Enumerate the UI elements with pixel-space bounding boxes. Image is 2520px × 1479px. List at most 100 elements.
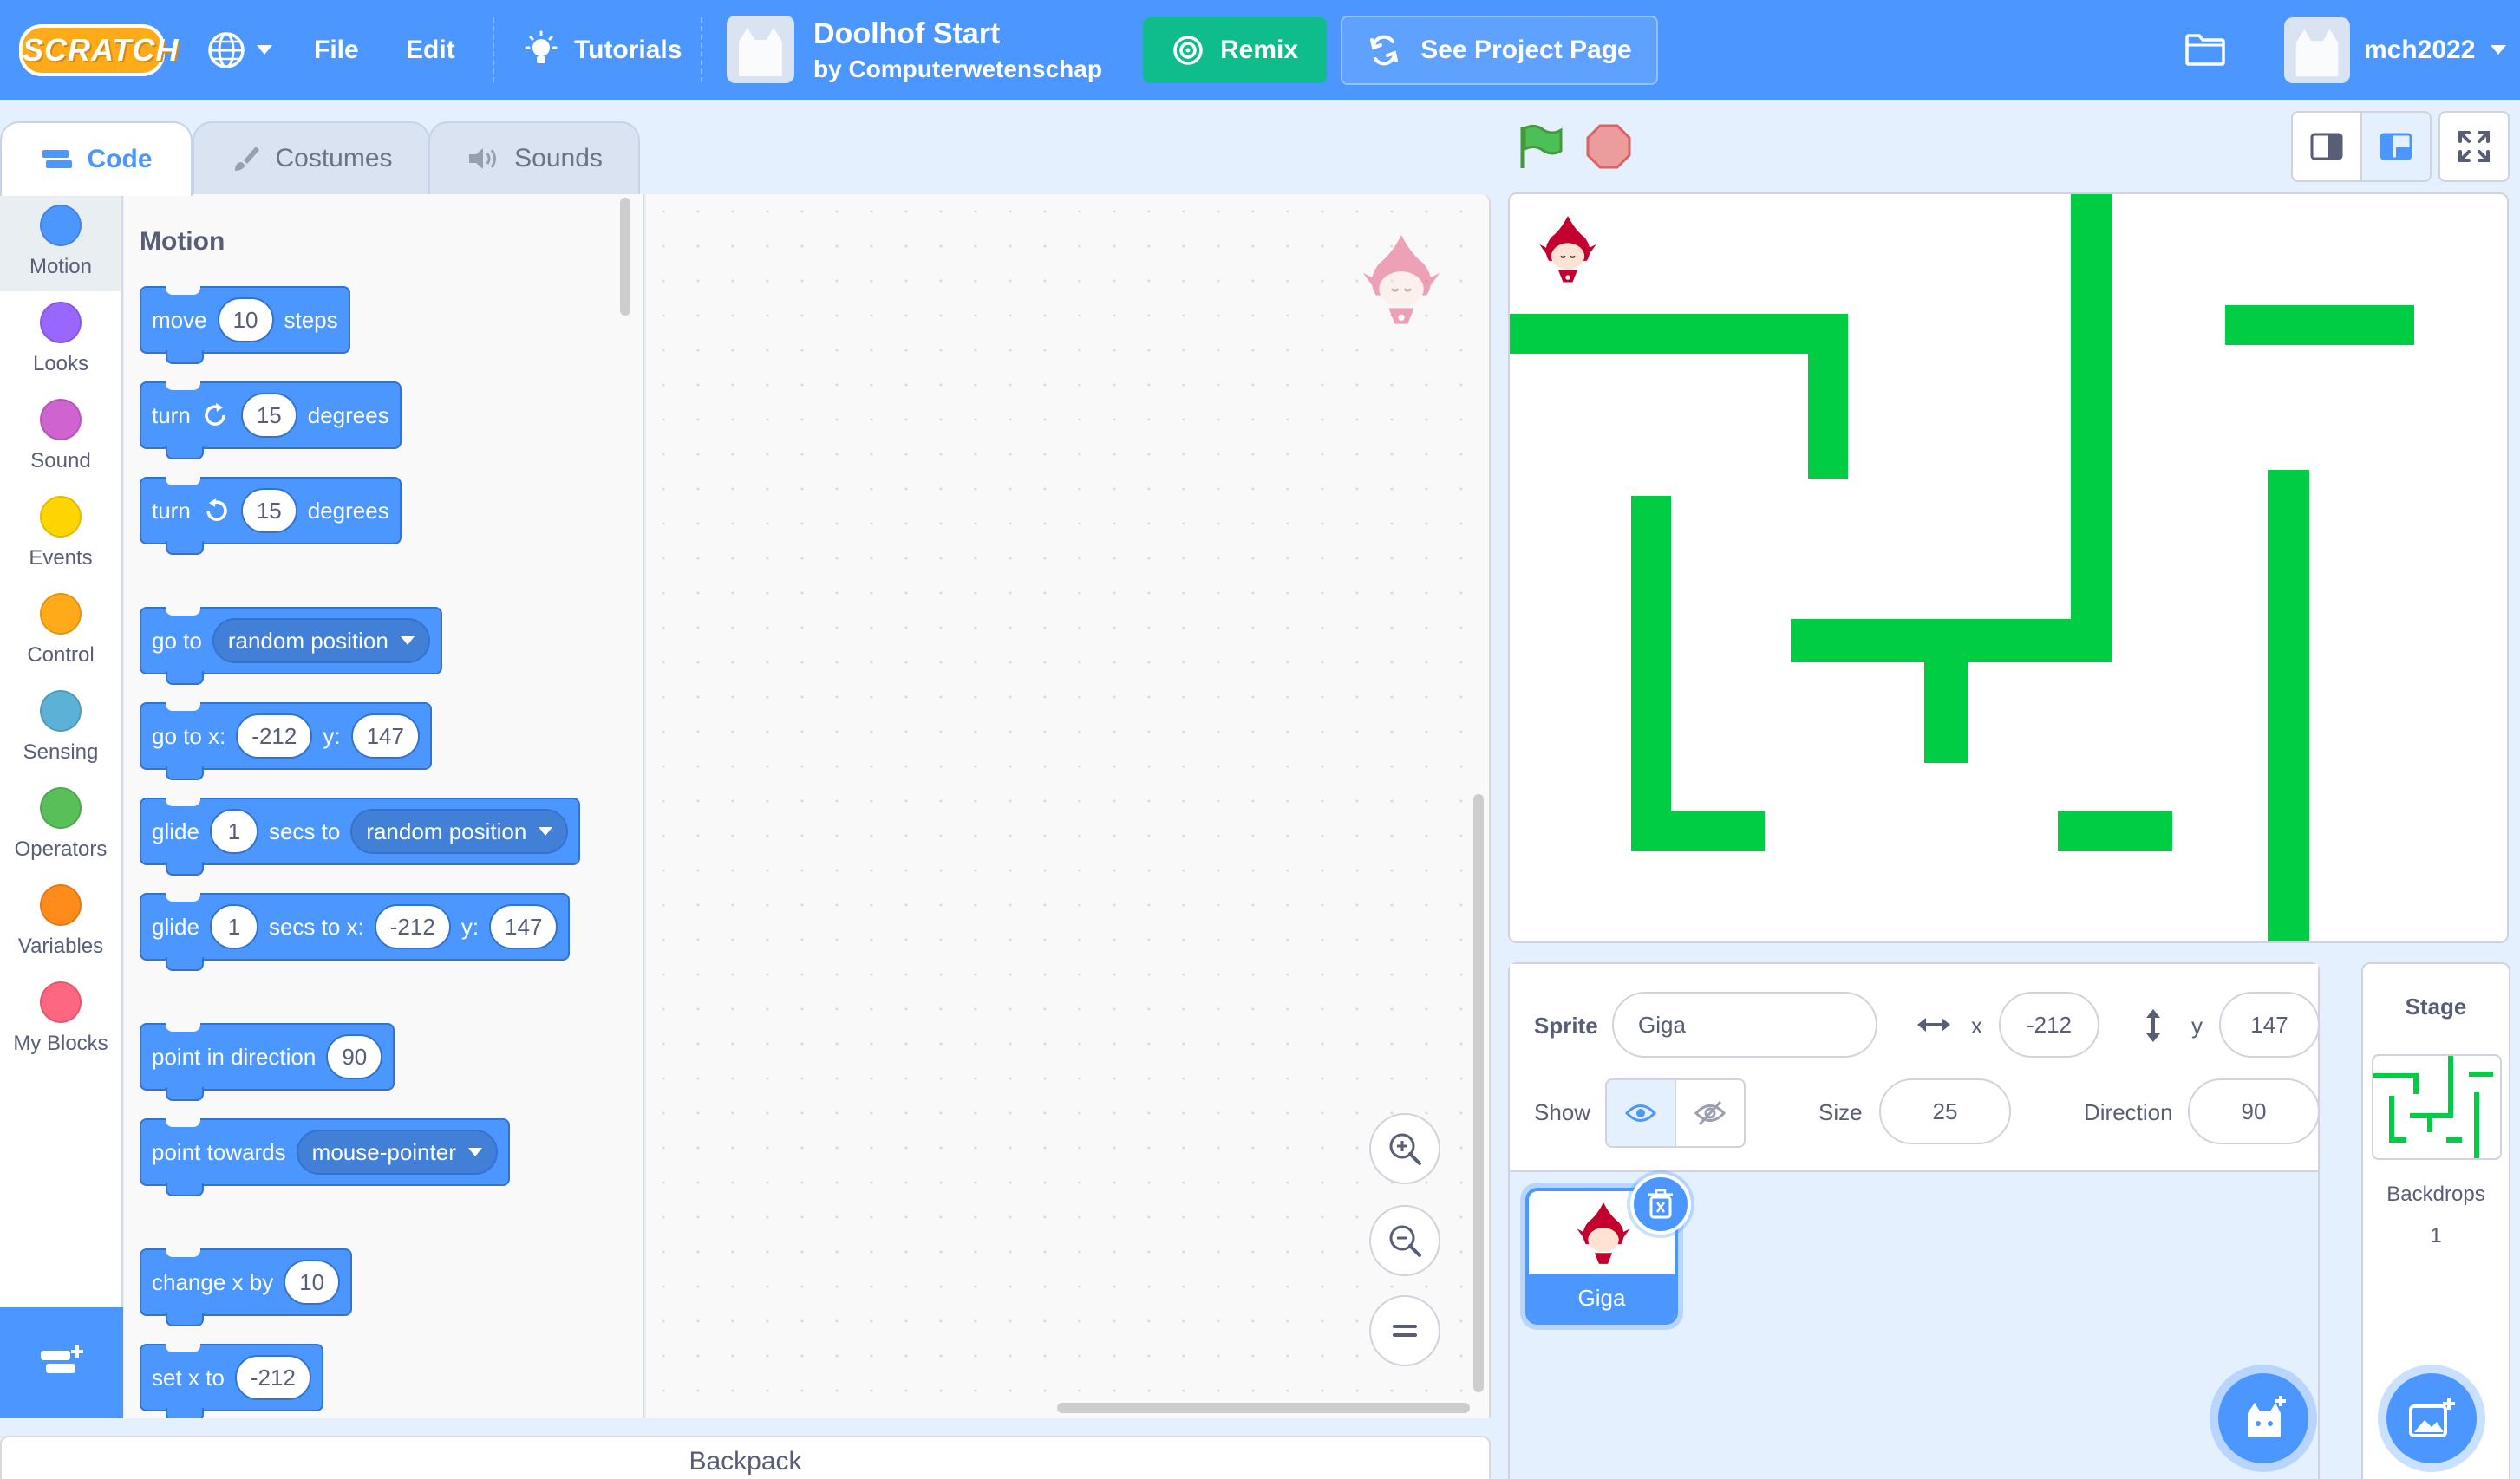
green-flag-button[interactable] bbox=[1516, 121, 1566, 176]
edit-menu[interactable]: Edit bbox=[406, 0, 455, 100]
block-input[interactable]: -212 bbox=[234, 1355, 311, 1400]
fullscreen-button[interactable] bbox=[2438, 111, 2510, 182]
file-menu[interactable]: File bbox=[314, 0, 359, 100]
block-dropdown[interactable]: random position bbox=[350, 809, 569, 854]
sprite-list: Giga bbox=[1510, 1172, 2318, 1479]
maze-wall bbox=[1631, 496, 1671, 851]
code-workspace[interactable] bbox=[646, 194, 1491, 1418]
normal-stage-button[interactable] bbox=[2360, 111, 2432, 182]
zoom-reset-button[interactable] bbox=[1369, 1295, 1440, 1366]
vertical-arrows-icon bbox=[2146, 1009, 2160, 1042]
stop-icon bbox=[1586, 124, 1631, 169]
show-sprite-button[interactable] bbox=[1605, 1078, 1676, 1148]
direction-input[interactable]: 90 bbox=[2188, 1078, 2320, 1144]
block-input[interactable]: 10 bbox=[284, 1260, 341, 1305]
category-dot bbox=[40, 981, 82, 1023]
see-project-page-button[interactable]: See Project Page bbox=[1341, 16, 1658, 85]
block-go-to[interactable]: go to random position bbox=[140, 607, 442, 685]
user-avatar[interactable] bbox=[2284, 17, 2350, 83]
choose-backdrop-button[interactable] bbox=[2386, 1373, 2477, 1463]
project-author[interactable]: by Computerwetenschap bbox=[813, 55, 1102, 83]
block-input[interactable]: 1 bbox=[209, 809, 258, 854]
zoom-out-button[interactable] bbox=[1369, 1205, 1440, 1276]
stop-button[interactable] bbox=[1585, 123, 1632, 174]
backpack-header[interactable]: Backpack bbox=[0, 1436, 1491, 1479]
category-sound[interactable]: Sound bbox=[0, 388, 121, 485]
category-variables[interactable]: Variables bbox=[0, 874, 121, 971]
small-stage-icon bbox=[2310, 133, 2343, 160]
remix-button[interactable]: Remix bbox=[1143, 17, 1327, 83]
block-input[interactable]: 147 bbox=[489, 904, 558, 949]
block-text: go to bbox=[152, 627, 202, 654]
category-dot bbox=[40, 205, 82, 246]
rotate-left-icon bbox=[206, 498, 227, 521]
block-input[interactable]: 90 bbox=[326, 1034, 383, 1079]
my-stuff-button[interactable] bbox=[2184, 31, 2227, 72]
block-input[interactable]: 1 bbox=[209, 904, 258, 949]
category-sensing[interactable]: Sensing bbox=[0, 680, 121, 777]
block-set-x[interactable]: set x to -212 bbox=[140, 1344, 323, 1418]
maze-wall bbox=[2071, 194, 2112, 662]
add-extension-button[interactable] bbox=[0, 1307, 123, 1418]
see-inside-icon bbox=[1370, 35, 1399, 66]
chevron-down-icon bbox=[539, 827, 553, 836]
block-input[interactable]: 15 bbox=[240, 488, 297, 533]
palette-scrollbar[interactable] bbox=[620, 198, 630, 316]
backdrop-thumbnail[interactable] bbox=[2372, 1054, 2502, 1160]
size-input[interactable]: 25 bbox=[1879, 1078, 2011, 1144]
delete-sprite-button[interactable] bbox=[1630, 1174, 1691, 1235]
tab-costumes[interactable]: Costumes bbox=[193, 121, 430, 194]
small-stage-button[interactable] bbox=[2291, 111, 2362, 182]
tab-code[interactable]: Code bbox=[0, 121, 193, 196]
account-menu[interactable]: mch2022 bbox=[2364, 0, 2507, 100]
scratch-logo[interactable]: SCRATCH bbox=[19, 24, 178, 76]
y-position-input[interactable]: 147 bbox=[2219, 992, 2320, 1058]
stage-canvas[interactable] bbox=[1508, 192, 2509, 943]
trash-icon bbox=[1648, 1189, 1673, 1219]
language-menu[interactable] bbox=[206, 0, 272, 100]
tab-sounds[interactable]: Sounds bbox=[428, 121, 640, 194]
tutorials-button[interactable]: Tutorials bbox=[522, 0, 682, 100]
green-flag-icon bbox=[1520, 124, 1563, 168]
block-dropdown[interactable]: mouse-pointer bbox=[296, 1130, 498, 1175]
block-glide-to[interactable]: glide 1 secs to random position bbox=[140, 798, 581, 876]
block-dropdown[interactable]: random position bbox=[212, 618, 430, 663]
block-input[interactable]: 147 bbox=[350, 713, 420, 759]
block-point-in-direction[interactable]: point in direction 90 bbox=[140, 1023, 395, 1101]
category-looks[interactable]: Looks bbox=[0, 291, 121, 388]
tutorials-label: Tutorials bbox=[574, 35, 682, 64]
block-turn-left[interactable]: turn 15 degrees bbox=[140, 477, 402, 555]
block-point-towards[interactable]: point towards mouse-pointer bbox=[140, 1118, 510, 1196]
block-turn-right[interactable]: turn 15 degrees bbox=[140, 381, 402, 459]
block-change-x[interactable]: change x by 10 bbox=[140, 1248, 353, 1326]
block-move-steps[interactable]: move 10 steps bbox=[140, 286, 350, 364]
category-events[interactable]: Events bbox=[0, 485, 121, 583]
block-input[interactable]: -212 bbox=[236, 713, 313, 759]
block-text: secs to x: bbox=[268, 913, 364, 940]
x-position-input[interactable]: -212 bbox=[1999, 992, 2099, 1058]
giga-sprite[interactable] bbox=[1532, 212, 1603, 296]
block-input[interactable]: 15 bbox=[240, 393, 297, 438]
folder-icon bbox=[2185, 34, 2225, 66]
category-my-blocks[interactable]: My Blocks bbox=[0, 971, 121, 1068]
sprite-name-input[interactable]: Giga bbox=[1612, 992, 1877, 1058]
code-icon bbox=[42, 150, 72, 168]
block-text: point in direction bbox=[152, 1043, 317, 1070]
project-title[interactable]: Doolhof Start bbox=[813, 17, 1000, 51]
workspace-horizontal-scrollbar[interactable] bbox=[1057, 1403, 1470, 1413]
block-input[interactable]: 10 bbox=[217, 297, 274, 342]
category-motion[interactable]: Motion bbox=[0, 194, 121, 291]
block-go-to-xy[interactable]: go to x: -212 y: 147 bbox=[140, 702, 432, 780]
category-label: Motion bbox=[29, 255, 93, 278]
sprite-info-pane: Sprite Giga x -212 y 147 Show Size 25 Di… bbox=[1508, 962, 2320, 1479]
workspace-vertical-scrollbar[interactable] bbox=[1473, 794, 1484, 1392]
block-glide-to-xy[interactable]: glide 1 secs to x: -212 y: 147 bbox=[140, 893, 571, 971]
category-control[interactable]: Control bbox=[0, 583, 121, 680]
choose-sprite-button[interactable] bbox=[2218, 1373, 2308, 1463]
hide-sprite-button[interactable] bbox=[1675, 1078, 1746, 1148]
zoom-in-button[interactable] bbox=[1369, 1113, 1440, 1184]
block-input[interactable]: -212 bbox=[374, 904, 451, 949]
fullscreen-icon bbox=[2458, 131, 2490, 162]
category-operators[interactable]: Operators bbox=[0, 777, 121, 874]
maze-wall bbox=[2268, 470, 2309, 941]
